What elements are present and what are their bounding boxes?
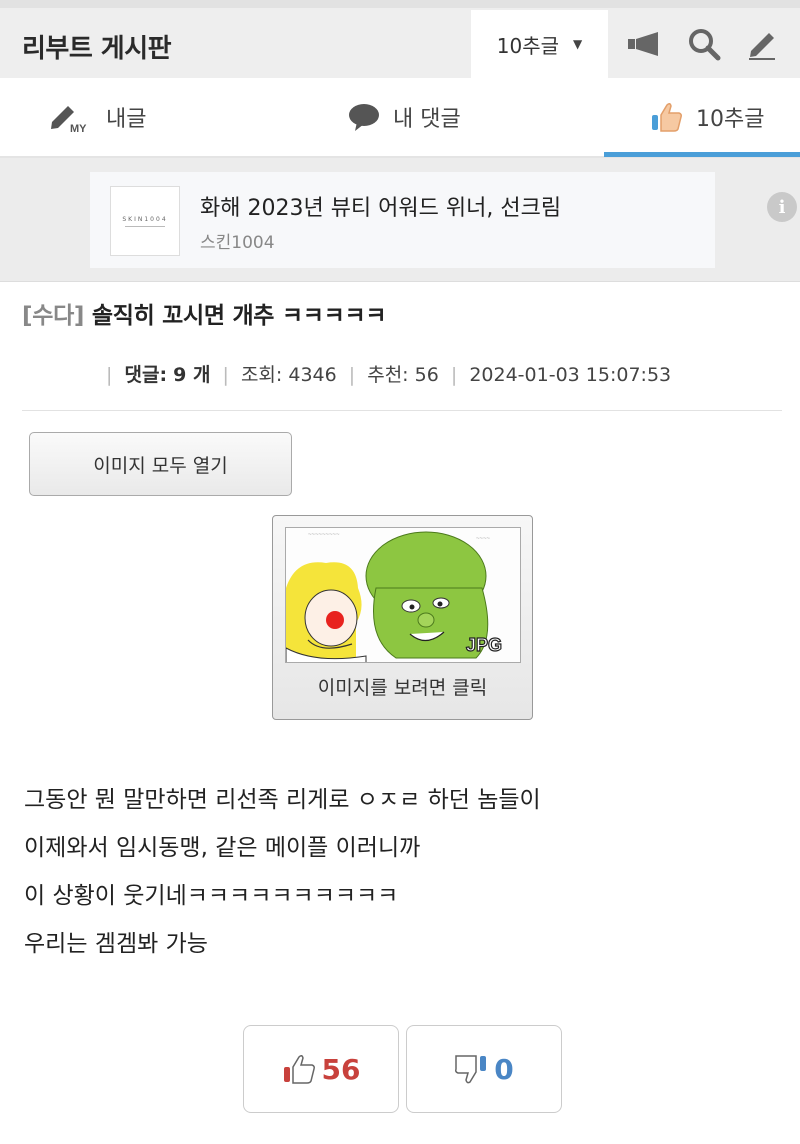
tab-my-posts[interactable]: MY 내글 bbox=[50, 78, 146, 156]
post-body-line: 이제와서 임시동맹, 같은 메이플 이러니까 bbox=[24, 835, 421, 861]
pencil-my-icon: MY bbox=[51, 106, 87, 134]
thumbs-up-icon bbox=[652, 102, 682, 132]
recommend-count: 56 bbox=[414, 364, 439, 386]
post-body: 그동안 뭔 말만하면 리선족 리게로 ㅇㅈㄹ 하던 놈들이 이제와서 임시동맹,… bbox=[24, 776, 784, 968]
post-meta: | 댓글: 9 개 | 조회: 4346 | 추천: 56 | 2024-01-… bbox=[22, 360, 782, 387]
ad-logo-text: SKIN1004 bbox=[122, 215, 168, 223]
post-datetime: 2024-01-03 15:07:53 bbox=[469, 364, 672, 386]
svg-text:~~~~: ~~~~ bbox=[476, 536, 491, 542]
search-icon[interactable] bbox=[684, 24, 724, 64]
post-category: [수다] bbox=[22, 303, 85, 329]
post-body-line: 이 상황이 웃기네ㅋㅋㅋㅋㅋㅋㅋㅋㅋㅋ bbox=[24, 883, 399, 909]
ad-banner[interactable]: SKIN1004 화해 2023년 뷰티 어워드 위너, 선크림 스킨1004 … bbox=[90, 172, 797, 268]
view-count-label: 조회: bbox=[240, 364, 283, 386]
divider bbox=[22, 410, 782, 411]
tab-10-recommended[interactable]: 10추글 bbox=[650, 78, 764, 156]
author-avatar bbox=[22, 363, 94, 381]
tab-my-comments[interactable]: 내 댓글 bbox=[347, 78, 461, 156]
write-pencil-icon[interactable] bbox=[742, 24, 782, 64]
recommend-count-label: 추천: bbox=[367, 364, 409, 386]
comment-count-label: 댓글: bbox=[124, 364, 168, 386]
board-title[interactable]: 리부트 게시판 bbox=[22, 28, 172, 65]
active-tab-indicator bbox=[604, 152, 800, 157]
post-title-text: 솔직히 꼬시면 개추 ㅋㅋㅋㅋㅋ bbox=[91, 303, 387, 329]
speech-bubble-icon bbox=[349, 104, 379, 131]
sort-dropdown-label: 10추글 bbox=[496, 33, 559, 58]
svg-text:MY: MY bbox=[70, 123, 87, 134]
sort-dropdown[interactable]: 10추글 ▼ bbox=[471, 10, 608, 78]
image-thumbnail-card[interactable]: ~~~~~~~~~ ~~~~ JPG 이미지를 보려면 클릭 bbox=[272, 515, 533, 720]
image-thumbnail-caption: 이미지를 보려면 클릭 bbox=[317, 677, 488, 699]
post-body-line: 그동안 뭔 말만하면 리선족 리게로 ㅇㅈㄹ 하던 놈들이 bbox=[24, 787, 541, 813]
open-all-images-button[interactable]: 이미지 모두 열기 bbox=[29, 432, 292, 496]
post-title: [수다] 솔직히 꼬시면 개추 ㅋㅋㅋㅋㅋ bbox=[22, 296, 782, 330]
downvote-button[interactable]: 0 bbox=[406, 1025, 562, 1113]
tab-bar: MY 내글 내 댓글 10추글 bbox=[0, 78, 800, 158]
tab-label: 10추글 bbox=[696, 107, 765, 132]
upvote-count: 56 bbox=[321, 1052, 361, 1086]
megaphone-icon[interactable] bbox=[624, 24, 664, 64]
post-header: [수다] 솔직히 꼬시면 개추 ㅋㅋㅋㅋㅋ | 댓글: 9 개 | 조회: 43… bbox=[22, 296, 782, 386]
tab-label: 내 댓글 bbox=[393, 107, 461, 132]
ad-advertiser: 스킨1004 bbox=[200, 233, 275, 253]
info-icon[interactable]: i bbox=[767, 192, 797, 222]
ad-logo: SKIN1004 bbox=[110, 186, 180, 256]
jpg-badge: JPG bbox=[466, 635, 502, 655]
ad-title: 화해 2023년 뷰티 어워드 위너, 선크림 bbox=[200, 196, 562, 221]
downvote-count: 0 bbox=[494, 1052, 514, 1086]
svg-text:~~~~~~~~~: ~~~~~~~~~ bbox=[308, 532, 340, 538]
view-count: 4346 bbox=[288, 364, 337, 386]
thumbs-up-icon bbox=[283, 1054, 315, 1084]
top-bar: 리부트 게시판 10추글 ▼ bbox=[0, 0, 800, 78]
post-body-line: 우리는 겜겜봐 가능 bbox=[24, 931, 208, 957]
image-thumbnail: ~~~~~~~~~ ~~~~ JPG bbox=[285, 527, 521, 663]
tab-label: 내글 bbox=[106, 107, 147, 132]
chevron-down-icon: ▼ bbox=[573, 37, 583, 51]
comment-count: 9 개 bbox=[173, 364, 211, 386]
ad-banner-area: SKIN1004 화해 2023년 뷰티 어워드 위너, 선크림 스킨1004 … bbox=[0, 158, 800, 282]
upvote-button[interactable]: 56 bbox=[243, 1025, 399, 1113]
thumbs-down-icon bbox=[455, 1055, 487, 1084]
